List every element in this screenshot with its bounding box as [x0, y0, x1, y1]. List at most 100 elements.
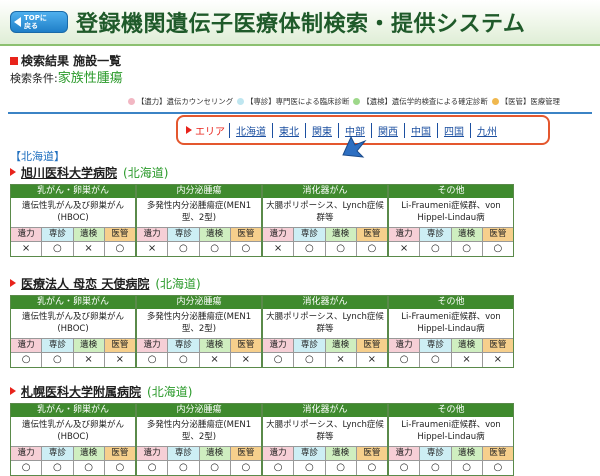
facility-name-link[interactable]: 旭川医科大学病院	[21, 166, 117, 180]
area-link-1[interactable]: 東北	[272, 122, 305, 138]
availability-mark: ○	[115, 243, 125, 254]
service-label: 医管	[482, 339, 513, 353]
service-label: 専診	[168, 339, 199, 353]
legend-dot-icon	[491, 98, 499, 105]
service-label: 医管	[356, 228, 387, 242]
area-link-6[interactable]: 四国	[437, 122, 470, 138]
availability-mark: ×	[336, 354, 345, 365]
service-label: 専診	[42, 339, 73, 353]
availability-mark: ×	[493, 354, 503, 365]
availability-mark: ○	[210, 243, 219, 254]
facility-title: 旭川医科大学病院 (北海道)	[10, 164, 168, 181]
availability-mark: ×	[21, 243, 31, 254]
category-header: 内分泌腫瘍	[137, 185, 261, 198]
arrow-right-icon	[10, 168, 16, 176]
service-label: 医管	[230, 228, 261, 242]
service-label: 専診	[42, 447, 73, 461]
service-label: 専診	[168, 447, 199, 461]
availability-mark: ×	[84, 354, 93, 365]
availability-mark: ×	[210, 354, 219, 365]
area-link-7[interactable]: 九州	[470, 122, 503, 138]
availability-mark: ○	[336, 243, 345, 254]
service-label: 専診	[294, 447, 325, 461]
page-header: TOPに 戻る 登録機関遺伝子医療体制検索・提供システム	[0, 0, 600, 46]
area-link-5[interactable]: 中国	[404, 122, 437, 138]
arrow-right-icon	[10, 387, 16, 395]
service-label: 遺検	[325, 339, 356, 353]
availability-mark: ○	[367, 243, 377, 254]
legend-dot-icon	[353, 98, 361, 105]
category-header: 乳がん・卵巣がん	[11, 296, 135, 309]
area-link-2[interactable]: 関東	[305, 122, 338, 138]
category-card: 消化器がん 大腸ポリポーシス、Lynch症候群等 遺力 × 専診 ○ 遺検 ○ 医管 ○	[262, 184, 388, 257]
availability-mark: ○	[210, 462, 219, 473]
arrow-right-icon	[10, 279, 16, 287]
category-description: Li-Fraumeni症候群、von Hippel-Lindau病	[389, 417, 513, 447]
availability-mark: ×	[399, 243, 409, 254]
divider	[8, 112, 592, 114]
service-label: 専診	[294, 339, 325, 353]
legend: 【遺力】遺伝カウンセリング 【専診】専門医による臨床診断 【遺検】遺伝学的検査による…	[128, 96, 560, 107]
availability-mark: ○	[53, 243, 62, 254]
back-to-top-button[interactable]: TOPに 戻る	[10, 11, 68, 33]
service-label: 専診	[420, 228, 451, 242]
service-label: 遺検	[451, 447, 482, 461]
service-label: 遺力	[263, 228, 294, 242]
availability-mark: ○	[367, 462, 377, 473]
category-description: 遺伝性乳がん及び卵巣がん(HBOC)	[11, 309, 135, 339]
search-condition-value: 家族性腫瘍	[57, 71, 123, 86]
availability-mark: ×	[84, 243, 93, 254]
page-title: 登録機関遺伝子医療体制検索・提供システム	[76, 12, 526, 37]
service-label: 遺検	[451, 228, 482, 242]
service-label: 専診	[168, 228, 199, 242]
service-label: 遺力	[11, 339, 42, 353]
availability-mark: ○	[241, 243, 251, 254]
service-label: 遺検	[199, 447, 230, 461]
back-to-top-label: TOPに 戻る	[24, 14, 47, 30]
region-heading: 【北海道】	[10, 150, 65, 163]
legend-label: 【専診】専門医による臨床診断	[246, 97, 350, 106]
facility-name-link[interactable]: 医療法人 母恋 天使病院	[21, 277, 149, 291]
category-card: 内分泌腫瘍 多発性内分泌腫瘍症(MEN1型、2型) 遺力 ○ 専診 ○ 遺検 × 医管 ×	[136, 295, 262, 368]
service-label: 遺検	[73, 447, 104, 461]
availability-mark: ○	[84, 462, 93, 473]
search-condition: 検索条件:家族性腫瘍	[10, 71, 123, 86]
red-square-icon	[10, 57, 18, 65]
category-header: 乳がん・卵巣がん	[11, 404, 135, 417]
category-description: 遺伝性乳がん及び卵巣がん(HBOC)	[11, 198, 135, 228]
service-label: 遺力	[263, 447, 294, 461]
availability-mark: ○	[179, 462, 188, 473]
service-label: 医管	[230, 339, 261, 353]
availability-mark: ○	[179, 354, 188, 365]
area-link-4[interactable]: 関西	[371, 122, 404, 138]
service-label: 遺力	[263, 339, 294, 353]
service-label: 遺力	[11, 447, 42, 461]
service-label: 専診	[42, 228, 73, 242]
category-card: その他 Li-Fraumeni症候群、von Hippel-Lindau病 遺力 ○ 専…	[388, 403, 514, 476]
facility-name-link[interactable]: 札幌医科大学附属病院	[21, 385, 141, 399]
category-card: 乳がん・卵巣がん 遺伝性乳がん及び卵巣がん(HBOC) 遺力 × 専診 ○ 遺検 × 医管 ○	[10, 184, 136, 257]
category-card: その他 Li-Fraumeni症候群、von Hippel-Lindau病 遺力 × 専…	[388, 184, 514, 257]
category-header: 乳がん・卵巣がん	[11, 185, 135, 198]
category-card: 消化器がん 大腸ポリポーシス、Lynch症候群等 遺力 ○ 専診 ○ 遺検 × 医管 ×	[262, 295, 388, 368]
service-label: 遺力	[11, 228, 42, 242]
facility-prefecture: (北海道)	[155, 277, 201, 291]
service-label: 遺検	[325, 447, 356, 461]
area-link-0[interactable]: 北海道	[229, 122, 272, 138]
availability-mark: ○	[21, 462, 31, 473]
availability-mark: ○	[399, 354, 409, 365]
service-label: 医管	[482, 228, 513, 242]
service-label: 医管	[104, 339, 135, 353]
service-label: 医管	[356, 339, 387, 353]
category-header: 内分泌腫瘍	[137, 296, 261, 309]
category-description: 大腸ポリポーシス、Lynch症候群等	[263, 198, 387, 228]
service-label: 遺検	[451, 339, 482, 353]
service-label: 遺検	[199, 339, 230, 353]
availability-mark: ○	[305, 354, 314, 365]
category-header: 消化器がん	[263, 296, 387, 309]
availability-mark: ×	[115, 354, 125, 365]
category-card: 内分泌腫瘍 多発性内分泌腫瘍症(MEN1型、2型) 遺力 × 専診 ○ 遺検 ○ 医管 ○	[136, 184, 262, 257]
availability-mark: ○	[336, 462, 345, 473]
availability-mark: ○	[431, 243, 440, 254]
availability-mark: ×	[273, 243, 283, 254]
